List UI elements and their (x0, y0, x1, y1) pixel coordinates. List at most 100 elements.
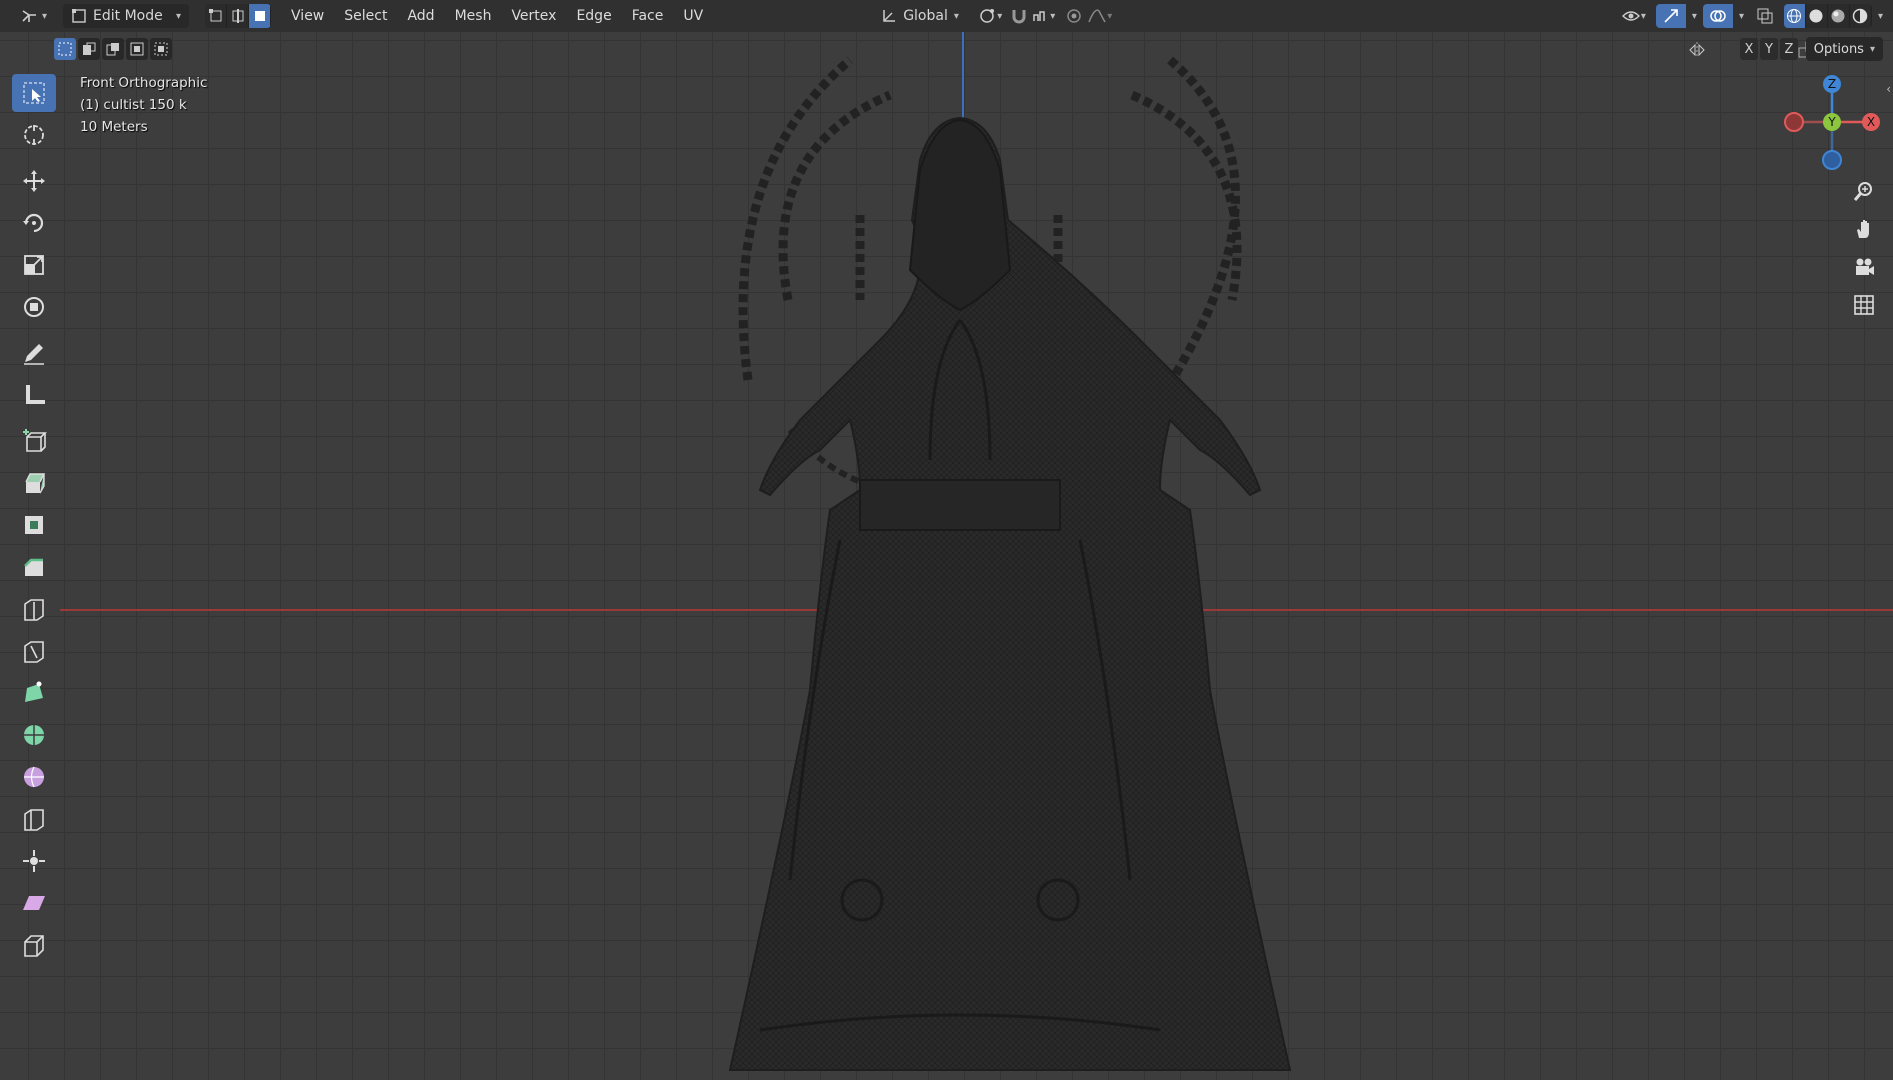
solid-sphere-icon (1809, 9, 1823, 23)
header-menu: View Select Add Mesh Vertex Edge Face UV (281, 4, 713, 28)
vertex-select-button[interactable] (205, 4, 228, 28)
mode-label: Edit Mode (93, 8, 163, 24)
menu-mesh[interactable]: Mesh (445, 4, 502, 28)
xray-toggle[interactable] (1750, 4, 1780, 28)
options-label: Options (1813, 41, 1864, 57)
menu-face[interactable]: Face (622, 4, 674, 28)
rip-region-tool[interactable] (12, 926, 56, 964)
overlay-toggle[interactable] (1702, 4, 1733, 28)
menu-edge[interactable]: Edge (566, 4, 621, 28)
poly-build-tool[interactable] (12, 674, 56, 712)
snap-toggle[interactable] (1008, 4, 1030, 28)
menu-view[interactable]: View (281, 4, 334, 28)
mirror-toggle[interactable] (1681, 38, 1713, 62)
visibility-dropdown[interactable]: ▾ (1615, 4, 1652, 28)
rendered-shading-button[interactable] (1849, 4, 1872, 28)
editor-type-button[interactable]: ▾ (14, 4, 53, 28)
scale-tool[interactable] (12, 246, 56, 284)
xray-icon (1757, 8, 1773, 24)
knife-tool[interactable] (12, 632, 56, 670)
edge-select-button[interactable] (227, 4, 250, 28)
gizmo-neg-x[interactable] (1784, 112, 1804, 132)
mode-dropdown[interactable]: Edit Mode ▾ (63, 4, 190, 28)
eye-icon (1621, 11, 1640, 21)
options-dropdown[interactable]: Options ▾ (1805, 37, 1883, 61)
rip-region-icon (24, 935, 44, 957)
pivot-point-button[interactable]: ▾ (973, 4, 1008, 28)
zoom-button[interactable] (1849, 176, 1879, 206)
sidebar-toggle-arrow[interactable]: ‹ (1886, 82, 1891, 96)
gizmo-neg-z[interactable] (1822, 150, 1842, 170)
transform-tool[interactable] (12, 288, 56, 326)
snap-target-dropdown[interactable]: ▾ (1030, 4, 1057, 28)
chevron-down-icon: ▾ (42, 10, 48, 22)
viewport-info: Front Orthographic (1) cultist 150 k 10 … (80, 72, 207, 138)
cultist-mesh-wireframe[interactable] (560, 40, 1360, 1080)
face-select-button[interactable] (249, 4, 272, 28)
select-invert-icon (130, 42, 144, 56)
chevron-down-icon: ▾ (1877, 10, 1883, 22)
gizmo-x-label: X (1867, 115, 1875, 129)
inset-faces-icon (25, 516, 43, 534)
mirror-x-toggle[interactable]: X (1740, 38, 1758, 60)
spin-tool[interactable] (12, 716, 56, 754)
inset-tool[interactable] (12, 506, 56, 544)
loop-cut-tool[interactable] (12, 590, 56, 628)
extrude-tool[interactable] (12, 464, 56, 502)
menu-add[interactable]: Add (397, 4, 444, 28)
edge-slide-tool[interactable] (12, 800, 56, 838)
shrink-fatten-tool[interactable] (12, 842, 56, 880)
transform-orientation-dropdown[interactable]: Global ▾ (873, 4, 969, 28)
move-tool[interactable] (12, 162, 56, 200)
orientation-label: Global (903, 8, 948, 24)
menu-select[interactable]: Select (334, 4, 397, 28)
material-shading-button[interactable] (1827, 4, 1850, 28)
select-extend-button[interactable] (78, 38, 100, 60)
perspective-toggle[interactable] (1849, 290, 1879, 320)
header-right-group: ▾ ▾ ▾ ▾ (1615, 4, 1885, 28)
chevron-down-icon: ▾ (1738, 10, 1744, 22)
select-box-icon (23, 82, 45, 104)
pan-button[interactable] (1849, 214, 1879, 244)
grid-icon (1854, 295, 1874, 315)
scale-icon (24, 255, 44, 275)
menu-vertex[interactable]: Vertex (501, 4, 566, 28)
navigation-tools (1849, 176, 1879, 320)
cursor-icon (24, 125, 44, 145)
move-icon (23, 170, 45, 192)
select-box-tool[interactable] (12, 74, 56, 112)
annotate-tool[interactable] (12, 334, 56, 372)
camera-view-button[interactable] (1849, 252, 1879, 282)
solid-shading-button[interactable] (1805, 4, 1828, 28)
add-cube-icon (23, 429, 47, 452)
mirror-icon (1689, 42, 1705, 58)
rotate-tool[interactable] (12, 204, 56, 242)
bevel-tool[interactable] (12, 548, 56, 586)
select-subtract-button[interactable] (102, 38, 124, 60)
measure-tool[interactable] (12, 376, 56, 414)
selection-mode-buttons (54, 38, 172, 60)
mirror-y-toggle[interactable]: Y (1760, 38, 1778, 60)
overlays-icon (1710, 10, 1726, 22)
cursor-tool[interactable] (12, 116, 56, 154)
proportional-edit-toggle[interactable] (1063, 4, 1085, 28)
chevron-down-icon: ▾ (1869, 43, 1875, 55)
smooth-tool[interactable] (12, 758, 56, 796)
gizmo-toggle[interactable] (1655, 4, 1686, 28)
select-intersect-button[interactable] (150, 38, 172, 60)
falloff-dropdown[interactable]: ▾ (1085, 4, 1114, 28)
select-new-button[interactable] (54, 38, 76, 60)
wireframe-shading-button[interactable] (1783, 4, 1806, 28)
select-invert-button[interactable] (126, 38, 148, 60)
shear-tool[interactable] (12, 884, 56, 922)
menu-uv[interactable]: UV (673, 4, 713, 28)
face-select-icon (254, 11, 265, 21)
overlay-dropdown[interactable]: ▾ (1737, 4, 1746, 28)
measure-ruler-icon (26, 385, 45, 404)
add-cube-tool[interactable] (12, 422, 56, 460)
shading-dropdown[interactable]: ▾ (1876, 4, 1885, 28)
bevel-icon (24, 558, 43, 576)
navigation-gizmo[interactable]: Z X Y (1778, 70, 1888, 180)
tool-shelf (7, 74, 61, 968)
gizmo-dropdown[interactable]: ▾ (1690, 4, 1699, 28)
